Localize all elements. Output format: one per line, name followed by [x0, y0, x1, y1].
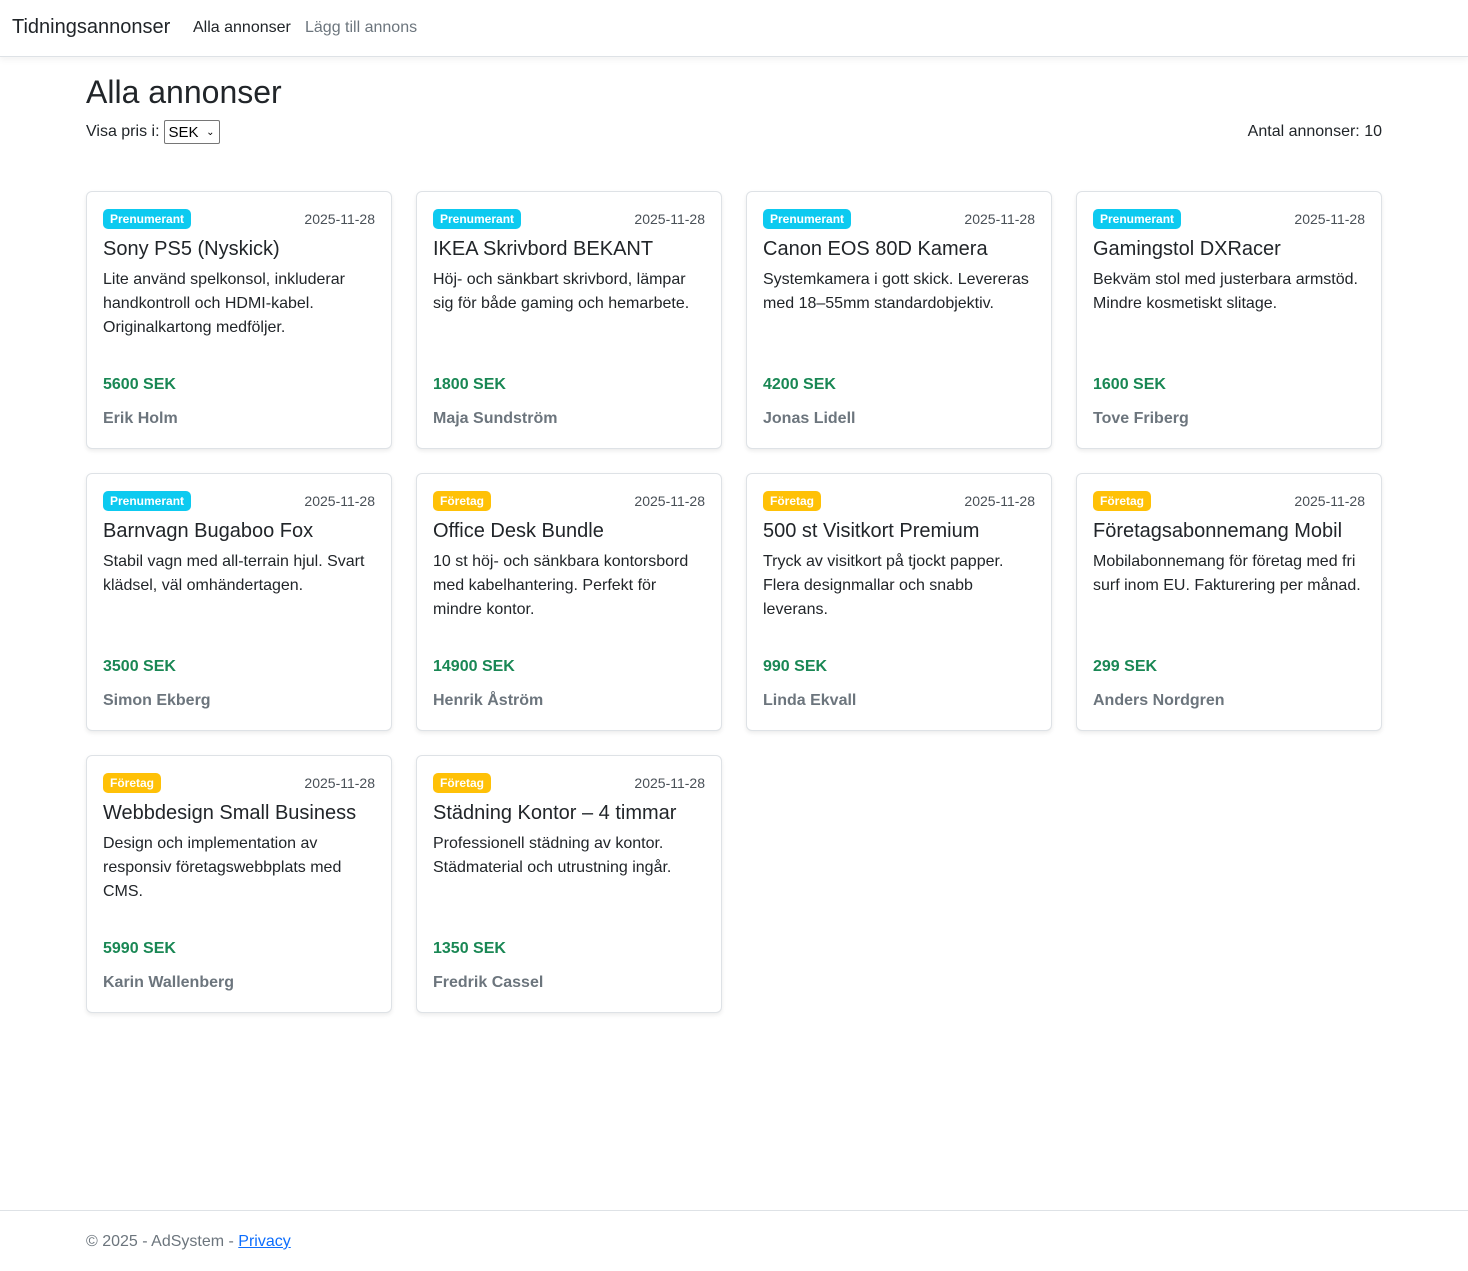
ad-price: 990 SEK — [763, 658, 828, 675]
ad-card[interactable]: Prenumerant 2025-11-28 Gamingstol DXRace… — [1076, 191, 1382, 449]
currency-label: Visa pris i: — [86, 123, 160, 140]
ad-card[interactable]: Företag 2025-11-28 Städning Kontor – 4 t… — [416, 755, 722, 1013]
ad-price: 5600 SEK — [103, 376, 176, 393]
ad-seller: Karin Wallenberg — [103, 974, 234, 991]
ad-date: 2025-11-28 — [634, 211, 705, 227]
card-header: Företag 2025-11-28 — [763, 490, 1035, 512]
card-header: Företag 2025-11-28 — [1093, 490, 1365, 512]
ad-seller: Fredrik Cassel — [433, 974, 544, 991]
ad-card[interactable]: Företag 2025-11-28 Office Desk Bundle 10… — [416, 473, 722, 731]
ad-price: 299 SEK — [1093, 658, 1158, 675]
nav-link-all-ads[interactable]: Alla annonser — [193, 19, 291, 37]
ad-price: 1350 SEK — [433, 940, 506, 957]
ad-description: Professionell städning av kontor. Städma… — [433, 835, 672, 876]
ad-seller: Jonas Lidell — [763, 410, 856, 427]
ad-price: 3500 SEK — [103, 658, 176, 675]
page-title: Alla annonser — [86, 74, 282, 110]
ad-type-badge: Företag — [763, 491, 822, 511]
ad-description: Bekväm stol med justerbara armstöd. Mind… — [1093, 271, 1358, 312]
ad-type-badge: Prenumerant — [103, 209, 192, 229]
ad-card[interactable]: Prenumerant 2025-11-28 Barnvagn Bugaboo … — [86, 473, 392, 731]
ad-description: Stabil vagn med all-terrain hjul. Svart … — [103, 553, 365, 594]
ad-date: 2025-11-28 — [964, 493, 1035, 509]
ad-type-badge: Prenumerant — [1093, 209, 1182, 229]
card-header: Företag 2025-11-28 — [103, 772, 375, 794]
currency-selector-row: Visa pris i: SEK ⌄ — [86, 120, 220, 144]
ad-date: 2025-11-28 — [1294, 211, 1365, 227]
card-header: Prenumerant 2025-11-28 — [103, 208, 375, 230]
ad-title: Städning Kontor – 4 timmar — [433, 802, 677, 824]
ad-date: 2025-11-28 — [634, 493, 705, 509]
chevron-down-icon: ⌄ — [206, 126, 215, 138]
nav-link-add-ad[interactable]: Lägg till annons — [305, 19, 417, 37]
ad-card[interactable]: Prenumerant 2025-11-28 Sony PS5 (Nyskick… — [86, 191, 392, 449]
ad-date: 2025-11-28 — [1294, 493, 1365, 509]
ad-card[interactable]: Företag 2025-11-28 Webbdesign Small Busi… — [86, 755, 392, 1013]
navbar: Tidningsannonser Alla annonser Lägg till… — [0, 0, 1468, 57]
ad-type-badge: Företag — [433, 773, 492, 793]
ad-description: Mobilabonnemang för företag med fri surf… — [1093, 553, 1361, 594]
ad-price: 4200 SEK — [763, 376, 836, 393]
ad-seller: Tove Friberg — [1093, 410, 1189, 427]
ad-type-badge: Prenumerant — [103, 491, 192, 511]
brand-link[interactable]: Tidningsannonser — [12, 16, 170, 39]
privacy-link[interactable]: Privacy — [238, 1233, 290, 1250]
ad-title: 500 st Visitkort Premium — [763, 520, 980, 542]
ad-title: Barnvagn Bugaboo Fox — [103, 520, 314, 542]
ad-price: 14900 SEK — [433, 658, 515, 675]
ad-type-badge: Företag — [1093, 491, 1152, 511]
ad-seller: Erik Holm — [103, 410, 178, 427]
ad-price: 1600 SEK — [1093, 376, 1166, 393]
ad-seller: Henrik Åström — [433, 692, 544, 709]
ad-title: Canon EOS 80D Kamera — [763, 238, 988, 260]
ad-card[interactable]: Prenumerant 2025-11-28 IKEA Skrivbord BE… — [416, 191, 722, 449]
ad-description: Tryck av visitkort på tjockt papper. Fle… — [763, 553, 1004, 618]
ad-date: 2025-11-28 — [634, 775, 705, 791]
ad-type-badge: Prenumerant — [433, 209, 522, 229]
ad-description: 10 st höj- och sänkbara kontorsbord med … — [433, 553, 689, 618]
ad-seller: Linda Ekvall — [763, 692, 857, 709]
ad-description: Lite använd spelkonsol, inkluderar handk… — [103, 271, 345, 336]
footer: © 2025 - AdSystem - Privacy — [0, 1210, 1468, 1271]
ad-date: 2025-11-28 — [304, 775, 375, 791]
card-header: Företag 2025-11-28 — [433, 490, 705, 512]
ad-card[interactable]: Företag 2025-11-28 Företagsabonnemang Mo… — [1076, 473, 1382, 731]
footer-text: © 2025 - AdSystem - Privacy — [86, 1233, 291, 1251]
ad-title: Gamingstol DXRacer — [1093, 238, 1281, 260]
ad-date: 2025-11-28 — [304, 211, 375, 227]
ad-title: Företagsabonnemang Mobil — [1093, 520, 1343, 542]
ad-date: 2025-11-28 — [964, 211, 1035, 227]
footer-copyright: © 2025 - AdSystem - — [86, 1233, 239, 1250]
ad-seller: Maja Sundström — [433, 410, 558, 427]
ad-title: IKEA Skrivbord BEKANT — [433, 238, 654, 260]
ad-title: Office Desk Bundle — [433, 520, 604, 542]
ad-description: Design och implementation av responsiv f… — [103, 835, 342, 900]
ad-price: 1800 SEK — [433, 376, 506, 393]
ad-description: Höj- och sänkbart skrivbord, lämpar sig … — [433, 271, 690, 312]
card-header: Prenumerant 2025-11-28 — [433, 208, 705, 230]
ad-seller: Anders Nordgren — [1093, 692, 1225, 709]
ad-grid: Prenumerant 2025-11-28 Sony PS5 (Nyskick… — [86, 191, 1382, 1013]
ad-type-badge: Företag — [433, 491, 492, 511]
ad-type-badge: Företag — [103, 773, 162, 793]
card-header: Företag 2025-11-28 — [433, 772, 705, 794]
currency-select[interactable]: SEK ⌄ — [163, 120, 220, 144]
card-header: Prenumerant 2025-11-28 — [763, 208, 1035, 230]
currency-selected-value: SEK — [168, 123, 199, 141]
card-header: Prenumerant 2025-11-28 — [103, 490, 375, 512]
ad-card[interactable]: Företag 2025-11-28 500 st Visitkort Prem… — [746, 473, 1052, 731]
ad-type-badge: Prenumerant — [763, 209, 852, 229]
ad-title: Sony PS5 (Nyskick) — [103, 238, 280, 260]
card-header: Prenumerant 2025-11-28 — [1093, 208, 1365, 230]
ad-date: 2025-11-28 — [304, 493, 375, 509]
ad-title: Webbdesign Small Business — [103, 802, 357, 824]
ad-description: Systemkamera i gott skick. Levereras med… — [763, 271, 1029, 312]
ad-price: 5990 SEK — [103, 940, 176, 957]
ad-seller: Simon Ekberg — [103, 692, 211, 709]
ad-card[interactable]: Prenumerant 2025-11-28 Canon EOS 80D Kam… — [746, 191, 1052, 449]
ad-count: Antal annonser: 10 — [1247, 123, 1382, 140]
